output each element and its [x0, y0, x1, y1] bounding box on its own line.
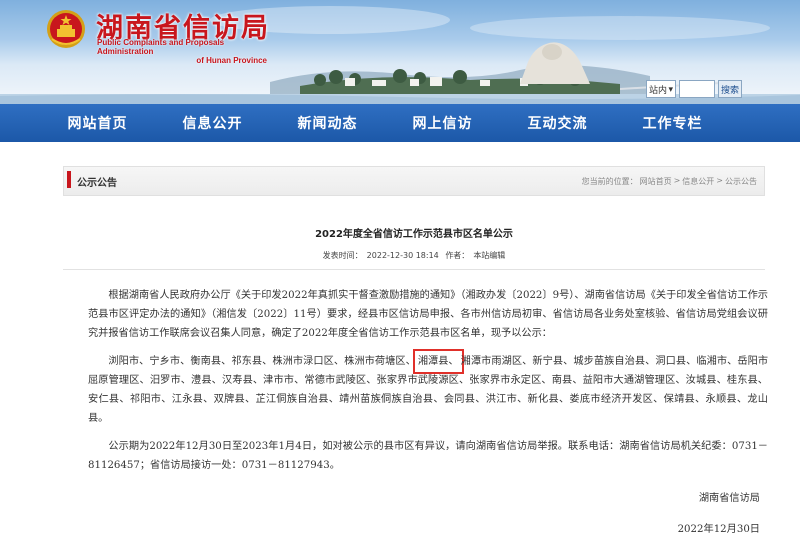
site-banner: 湖南省信访局 Public Complaints and Proposals A… [0, 0, 800, 104]
search-scope-label: 站内 [649, 84, 668, 95]
nav-item-info-disclosure[interactable]: 信息公开 [155, 104, 270, 142]
county-list-before: 浏阳市、宁乡市、衡南县、祁东县、株洲市渌口区、株洲市荷塘区、 [108, 356, 416, 367]
breadcrumb-link-notice[interactable]: 公示公告 [725, 176, 757, 187]
article-signature: 湖南省信访局 [698, 493, 760, 504]
breadcrumb-link-home[interactable]: 网站首页 [640, 176, 672, 187]
divider [63, 269, 765, 270]
nav-item-news[interactable]: 新闻动态 [270, 104, 385, 142]
main-nav: 网站首页 信息公开 新闻动态 网上信访 互动交流 工作专栏 [0, 104, 800, 142]
section-header: 公示公告 您当前的位置： 网站首页 > 信息公开 > 公示公告 [63, 166, 765, 196]
site-subtitle-line2: of Hunan Province [196, 56, 267, 65]
publish-time: 2022-12-30 18:14 [366, 251, 439, 260]
site-subtitle: Public Complaints and Proposals Administ… [97, 38, 267, 65]
article-paragraph-list: 浏阳市、宁乡市、衡南县、祁东县、株洲市渌口区、株洲市荷塘区、 湘潭县、 湘潭市雨湖区… [88, 349, 768, 428]
nav-item-home[interactable]: 网站首页 [40, 104, 155, 142]
highlighted-county: 湘潭县、 [412, 349, 464, 374]
breadcrumb-prefix: 您当前的位置： [581, 176, 638, 186]
breadcrumb-separator: > [716, 175, 723, 185]
national-emblem-icon [47, 10, 85, 48]
search-scope-select[interactable]: 站内 ▾ [646, 80, 676, 98]
content-panel: 公示公告 您当前的位置： 网站首页 > 信息公开 > 公示公告 2022年度全省… [63, 166, 768, 537]
breadcrumb: 您当前的位置： 网站首页 > 信息公开 > 公示公告 [582, 176, 764, 187]
breadcrumb-link-info[interactable]: 信息公开 [682, 176, 714, 187]
article-paragraph-intro: 根据湖南省人民政府办公厅《关于印发2022年真抓实干督查激励措施的通知》（湘政办… [88, 290, 768, 339]
section-title: 公示公告 [64, 170, 117, 189]
search-button[interactable]: 搜索 [718, 80, 742, 98]
nav-item-interaction[interactable]: 互动交流 [500, 104, 615, 142]
author: 本站编辑 [473, 251, 506, 260]
article-paragraph-notice: 公示期为2022年12月30日至2023年1月4日，如对被公示的县市区有异议，请… [88, 441, 768, 471]
chevron-down-icon: ▾ [668, 83, 673, 94]
search-input[interactable] [679, 80, 715, 98]
article-date: 2022年12月30日 [677, 524, 760, 535]
nav-item-work-column[interactable]: 工作专栏 [615, 104, 730, 142]
article-meta: 发表时间： 2022-12-30 18:14 作者： 本站编辑 [63, 250, 765, 261]
article-body: 根据湖南省人民政府办公厅《关于印发2022年真抓实干督查激励措施的通知》（湘政办… [88, 286, 768, 475]
author-label: 作者： [445, 251, 470, 260]
site-subtitle-line1: Public Complaints and Proposals Administ… [97, 38, 225, 56]
search-box: 站内 ▾ 搜索 [646, 80, 742, 98]
publish-time-label: 发表时间： [322, 251, 363, 260]
nav-item-online-petition[interactable]: 网上信访 [385, 104, 500, 142]
article-title: 2022年度全省信访工作示范县市区名单公示 [315, 229, 513, 240]
breadcrumb-separator: > [673, 175, 681, 185]
